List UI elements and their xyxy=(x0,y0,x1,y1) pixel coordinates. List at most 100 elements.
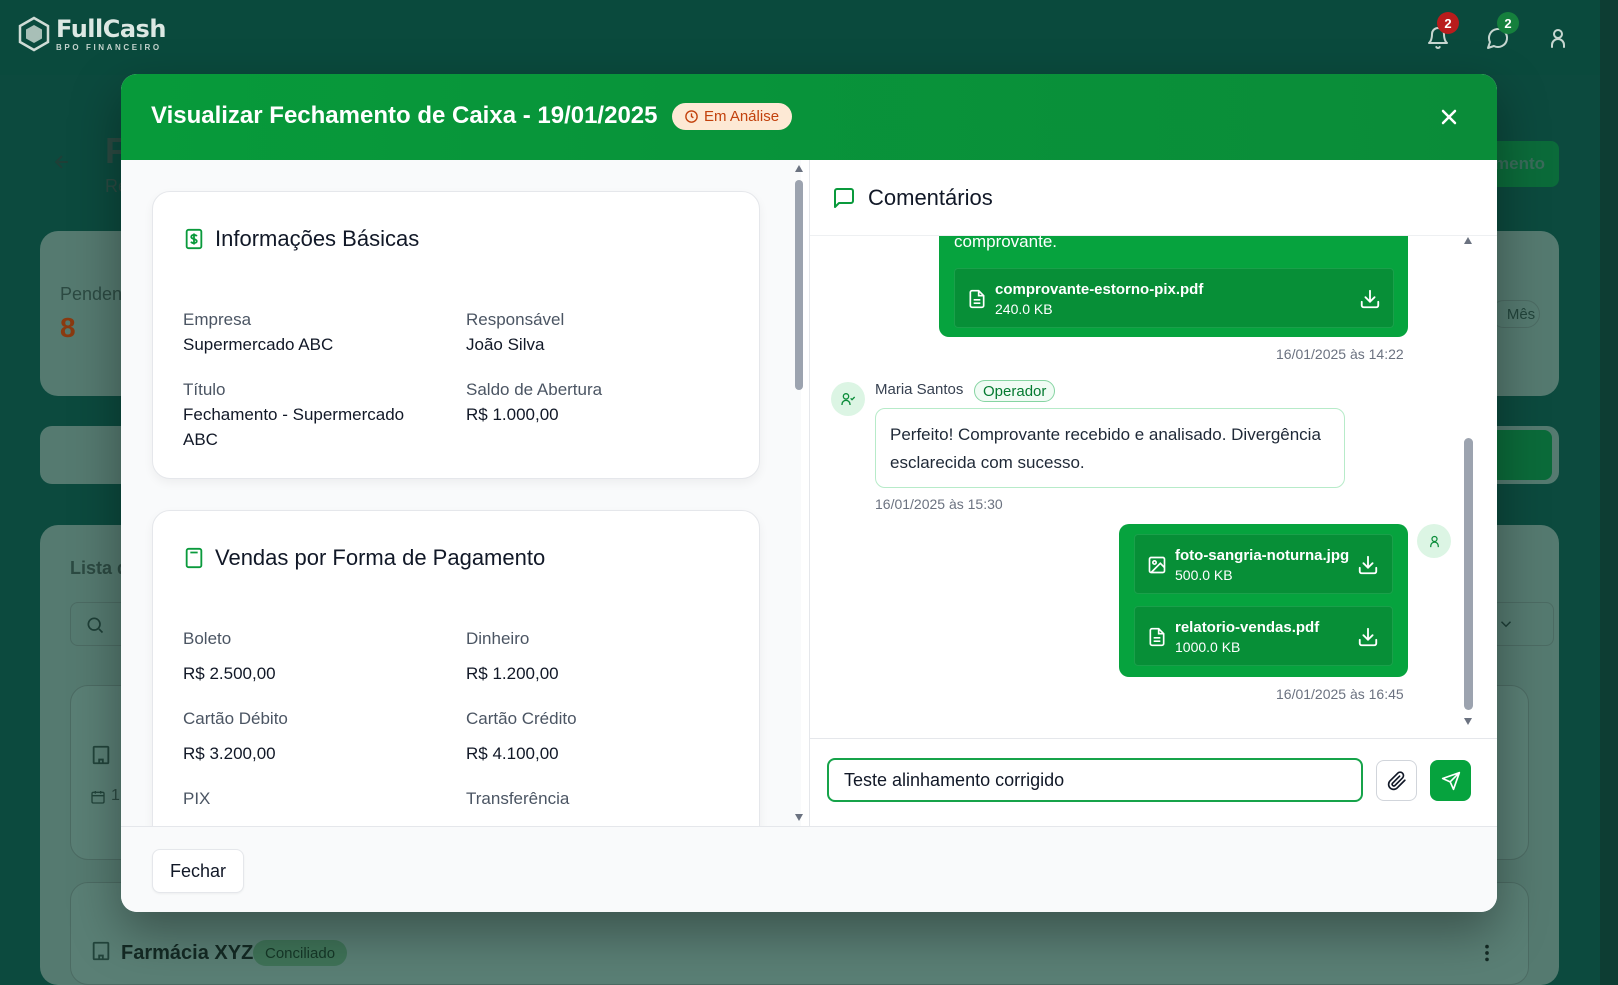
building-icon xyxy=(92,745,110,765)
close-button[interactable]: Fechar xyxy=(152,849,244,893)
transfer-label: Transferência xyxy=(466,789,570,808)
attachment-chip[interactable]: relatorio-vendas.pdf 1000.0 KB xyxy=(1134,606,1393,666)
comments-header: Comentários xyxy=(810,160,1497,236)
cash-value: R$ 1.200,00 xyxy=(466,664,559,683)
user-icon xyxy=(1429,535,1439,547)
comments-heading: Comentários xyxy=(868,184,993,210)
download-icon[interactable] xyxy=(1357,626,1379,648)
page-scrollbar[interactable] xyxy=(1600,0,1618,985)
comment-input[interactable] xyxy=(827,758,1363,802)
details-pane: Informações Básicas Empresa Supermercado… xyxy=(121,160,801,826)
message-timestamp: 16/01/2025 às 14:22 xyxy=(1276,346,1404,362)
attachment-chip[interactable]: foto-sangria-noturna.jpg 500.0 KB xyxy=(1134,534,1393,594)
attachment-size: 1000.0 KB xyxy=(1175,639,1241,655)
file-text-icon xyxy=(969,289,985,309)
new-closing-label: mento xyxy=(1494,154,1545,173)
title-label: Título xyxy=(183,380,226,399)
opening-balance-label: Saldo de Abertura xyxy=(466,380,603,399)
details-scrollbar[interactable] xyxy=(793,160,805,826)
attachment-name: foto-sangria-noturna.jpg xyxy=(1175,547,1350,564)
send-button[interactable] xyxy=(1430,760,1471,801)
message-timestamp: 16/01/2025 às 16:45 xyxy=(1276,686,1404,702)
closing-view-modal: Visualizar Fechamento de Caixa - 19/01/2… xyxy=(121,74,1497,912)
send-icon xyxy=(1441,771,1460,790)
attachment-name: comprovante-estorno-pix.pdf xyxy=(995,281,1204,298)
list-filter-select[interactable] xyxy=(1490,602,1554,646)
logo-icon xyxy=(18,16,50,52)
avatar xyxy=(1417,524,1451,558)
list-item-date-fragment: 1 xyxy=(111,787,120,804)
boleto-label: Boleto xyxy=(183,629,232,648)
responsible-label: Responsável xyxy=(466,310,565,329)
calculator-icon xyxy=(185,547,203,569)
message-text: comprovante. xyxy=(954,236,1057,251)
debit-card-value: R$ 3.200,00 xyxy=(183,744,276,763)
own-message-bubble: comprovante. comprovante-estorno-pix.pdf… xyxy=(939,236,1408,337)
responsible-value: João Silva xyxy=(466,335,545,354)
scroll-thumb[interactable] xyxy=(795,180,803,390)
debit-card-label: Cartão Débito xyxy=(183,709,288,728)
pending-value: 8 xyxy=(60,312,76,343)
chevron-down-icon xyxy=(1500,621,1512,628)
notifications-badge: 2 xyxy=(1437,12,1459,34)
sales-heading: Vendas por Forma de Pagamento xyxy=(215,545,546,570)
more-vertical-icon[interactable] xyxy=(1476,942,1498,964)
credit-card-value: R$ 4.100,00 xyxy=(466,744,559,763)
close-icon[interactable] xyxy=(1437,105,1461,129)
comments-list: comprovante. comprovante-estorno-pix.pdf… xyxy=(810,236,1497,738)
company-value: Supermercado ABC xyxy=(183,335,334,354)
status-badge: Em Análise xyxy=(672,103,793,130)
opening-balance-value: R$ 1.000,00 xyxy=(466,405,559,424)
building-icon xyxy=(92,941,110,961)
attachment-size: 240.0 KB xyxy=(995,301,1053,317)
role-badge: Operador xyxy=(974,380,1056,402)
avatar xyxy=(831,382,865,416)
logo-name: FullCash xyxy=(56,14,166,43)
search-icon xyxy=(87,617,104,634)
attachment-name: relatorio-vendas.pdf xyxy=(1175,619,1320,636)
period-chip-label: Mês xyxy=(1506,305,1536,323)
filter-apply-button[interactable] xyxy=(1490,430,1552,480)
company-label: Empresa xyxy=(183,310,252,329)
calendar-icon xyxy=(91,791,105,804)
scroll-up-icon[interactable] xyxy=(1462,236,1474,246)
company-card-status: Conciliado xyxy=(265,944,336,962)
dollar-document-icon xyxy=(185,228,203,250)
user-icon xyxy=(1551,29,1565,48)
modal-header: Visualizar Fechamento de Caixa - 19/01/2… xyxy=(121,74,1497,160)
profile-button[interactable] xyxy=(1546,26,1570,50)
comments-scroll-thumb[interactable] xyxy=(1464,438,1473,710)
app-logo[interactable]: FullCash BPO FINANCEIRO xyxy=(18,16,166,52)
comments-pane: Comentários comprovante. comprovante-est… xyxy=(809,160,1497,826)
period-chip[interactable]: Mês xyxy=(1490,300,1540,328)
scroll-up-icon[interactable] xyxy=(794,164,804,174)
logo-subtitle: BPO FINANCEIRO xyxy=(56,42,162,52)
paperclip-icon xyxy=(1387,770,1406,790)
messages-badge: 2 xyxy=(1497,12,1519,34)
company-card-name: Farmácia XYZ xyxy=(121,942,254,964)
file-text-icon xyxy=(1149,627,1165,647)
status-badge: Conciliado xyxy=(253,940,348,966)
status-text: Em Análise xyxy=(704,108,780,125)
title-value: Fechamento - Supermercado ABC xyxy=(183,405,405,449)
user-check-icon xyxy=(841,393,856,405)
download-icon[interactable] xyxy=(1359,288,1381,310)
message-square-icon xyxy=(834,187,854,208)
pix-label: PIX xyxy=(183,789,211,808)
message-bubble: Perfeito! Comprovante recebido e analisa… xyxy=(875,408,1345,488)
message-author: Maria Santos xyxy=(875,381,964,398)
attach-button[interactable] xyxy=(1376,760,1417,801)
pending-label: Pendent xyxy=(60,284,128,304)
basic-info-heading: Informações Básicas xyxy=(215,226,420,251)
back-arrow-icon[interactable] xyxy=(52,152,72,172)
download-icon[interactable] xyxy=(1357,554,1379,576)
top-navbar: FullCash BPO FINANCEIRO 2 2 xyxy=(0,0,1600,75)
notifications-button[interactable]: 2 xyxy=(1426,12,1459,50)
scroll-down-icon[interactable] xyxy=(794,812,804,822)
attachment-size: 500.0 KB xyxy=(1175,567,1233,583)
scroll-down-icon[interactable] xyxy=(1462,716,1474,726)
image-icon xyxy=(1148,556,1166,574)
modal-title: Visualizar Fechamento de Caixa - 19/01/2… xyxy=(151,102,658,129)
attachment-chip[interactable]: comprovante-estorno-pix.pdf 240.0 KB xyxy=(954,268,1394,328)
messages-button[interactable]: 2 xyxy=(1486,12,1519,50)
